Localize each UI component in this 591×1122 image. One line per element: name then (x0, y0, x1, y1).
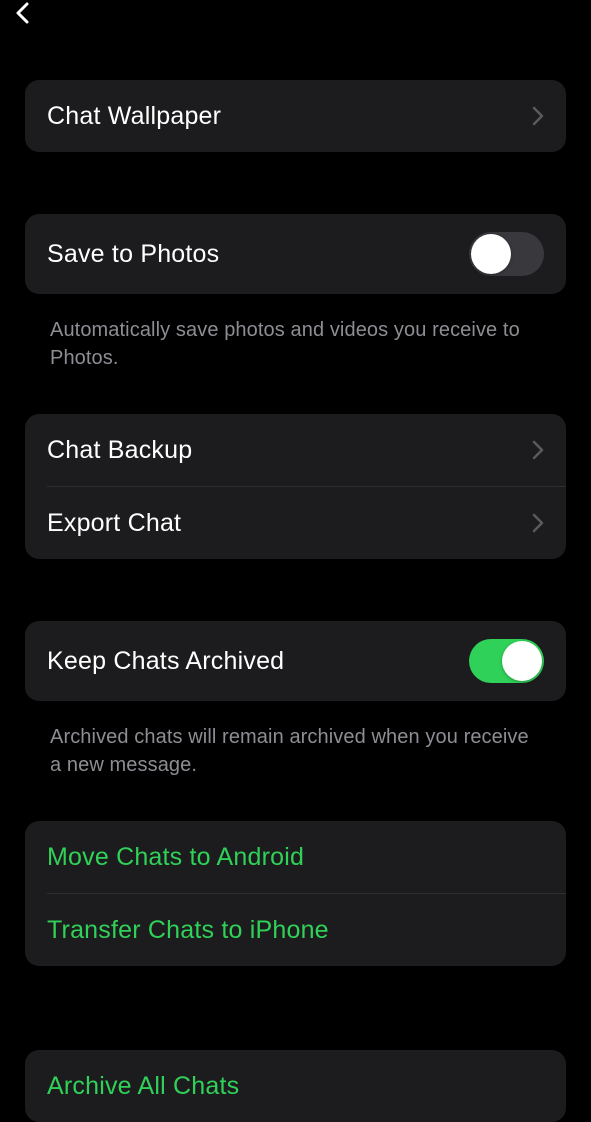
chat-backup-row[interactable]: Chat Backup (25, 414, 566, 486)
transfer-iphone-label: Transfer Chats to iPhone (47, 916, 329, 945)
archive-all-label: Archive All Chats (47, 1072, 239, 1101)
chat-wallpaper-label: Chat Wallpaper (47, 102, 221, 131)
move-android-row[interactable]: Move Chats to Android (25, 821, 566, 893)
archive-group: Archive All Chats (25, 1050, 566, 1122)
keep-archived-toggle[interactable] (469, 639, 544, 683)
export-chat-row[interactable]: Export Chat (25, 487, 566, 559)
archive-all-row[interactable]: Archive All Chats (25, 1050, 566, 1122)
keep-archived-group: Keep Chats Archived (25, 621, 566, 701)
export-chat-label: Export Chat (47, 509, 181, 538)
save-to-photos-toggle[interactable] (469, 232, 544, 276)
chevron-right-icon (532, 440, 544, 460)
back-button[interactable] (10, 0, 34, 34)
transfer-iphone-row[interactable]: Transfer Chats to iPhone (25, 894, 566, 966)
save-to-photos-row: Save to Photos (25, 214, 566, 294)
chat-backup-label: Chat Backup (47, 436, 192, 465)
chat-wallpaper-row[interactable]: Chat Wallpaper (25, 80, 566, 152)
chevron-right-icon (532, 513, 544, 533)
backup-group: Chat Backup Export Chat (25, 414, 566, 559)
toggle-knob (502, 641, 542, 681)
save-to-photos-label: Save to Photos (47, 240, 219, 269)
keep-archived-footer: Archived chats will remain archived when… (25, 711, 566, 779)
transfer-group: Move Chats to Android Transfer Chats to … (25, 821, 566, 966)
keep-archived-label: Keep Chats Archived (47, 647, 284, 676)
move-android-label: Move Chats to Android (47, 843, 304, 872)
chevron-right-icon (532, 106, 544, 126)
save-to-photos-footer: Automatically save photos and videos you… (25, 304, 566, 372)
toggle-knob (471, 234, 511, 274)
chevron-left-icon (15, 2, 29, 24)
chat-wallpaper-group: Chat Wallpaper (25, 80, 566, 152)
save-to-photos-group: Save to Photos (25, 214, 566, 294)
settings-content: Chat Wallpaper Save to Photos Automatica… (0, 30, 591, 1122)
header (0, 0, 591, 30)
keep-archived-row: Keep Chats Archived (25, 621, 566, 701)
